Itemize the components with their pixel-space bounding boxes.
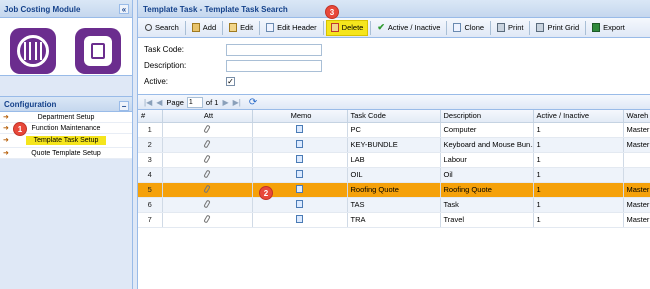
configuration-title: Configuration [4, 100, 57, 109]
attachment-icon[interactable] [203, 139, 211, 148]
col-header-warehouse[interactable]: Wareh [623, 110, 650, 123]
edit-button[interactable]: Edit [225, 20, 257, 36]
arrow-icon: ➜ [3, 125, 9, 132]
clone-icon [453, 23, 462, 32]
col-header-description[interactable]: Description [440, 110, 534, 123]
delete-icon [330, 23, 339, 32]
last-page-icon[interactable]: ▶| [233, 98, 241, 107]
memo-icon[interactable] [296, 154, 303, 163]
table-row-selected[interactable]: 5 Roofing Quote Roofing Quote 1 Master [138, 182, 650, 198]
print-button[interactable]: Print [493, 20, 527, 36]
task-grid: # Att Memo Task Code Description Active … [138, 110, 650, 228]
attachment-icon[interactable] [203, 214, 211, 223]
pager: |◀ ◀ Page of 1 ▶ ▶| ⟳ [138, 94, 650, 110]
print-grid-button[interactable]: Print Grid [532, 20, 583, 36]
clone-button[interactable]: Clone [449, 20, 488, 36]
step-marker-1: 1 [13, 122, 27, 136]
description-input[interactable] [226, 59, 322, 72]
page-title: Template Task - Template Task Search [138, 0, 650, 18]
calculator-app-icon[interactable] [75, 28, 121, 74]
first-page-icon[interactable]: |◀ [144, 98, 152, 107]
menu-item-template-task-setup[interactable]: ➜ Template Task Setup [0, 134, 132, 148]
task-code-label: Task Code: [144, 45, 185, 54]
step-marker-2: 2 [259, 186, 273, 200]
export-button[interactable]: Export [588, 20, 629, 36]
toolbar: Search Add Edit Edit Header Delete ✔ Acti… [138, 18, 650, 38]
menu-item-quote-template-setup[interactable]: ➜ Quote Template Setup [0, 148, 132, 159]
job-costing-app-icon[interactable] [10, 28, 56, 74]
add-button[interactable]: Add [188, 20, 220, 36]
configuration-header[interactable]: Configuration − [0, 96, 132, 112]
page-count: of 1 [205, 97, 219, 107]
attachment-icon[interactable] [203, 124, 211, 133]
add-icon [191, 23, 200, 32]
active-checkbox[interactable]: ✓ [226, 77, 235, 86]
delete-button[interactable]: Delete [325, 19, 369, 36]
edit-header-icon [266, 23, 275, 32]
table-row[interactable]: 4 OIL Oil 1 [138, 167, 650, 183]
collapse-configuration-icon[interactable]: − [119, 101, 129, 111]
checkmark-icon: ✔ [377, 22, 385, 32]
arrow-icon: ➜ [3, 150, 9, 157]
printer-icon [497, 23, 506, 32]
attachment-icon[interactable] [203, 154, 211, 163]
page-label: Page [166, 97, 184, 107]
main-panel: Template Task - Template Task Search Sea… [137, 0, 650, 289]
grid-header-row: # Att Memo Task Code Description Active … [138, 110, 650, 123]
arrow-icon: ➜ [3, 137, 9, 144]
col-header-task-code[interactable]: Task Code [347, 110, 441, 123]
col-header-memo[interactable]: Memo [252, 110, 348, 123]
table-row[interactable]: 2 KEY-BUNDLE Keyboard and Mouse Bun... 1… [138, 137, 650, 153]
col-header-active[interactable]: Active / Inactive [533, 110, 624, 123]
memo-icon[interactable] [296, 139, 303, 148]
active-label: Active: [144, 77, 169, 86]
printer-icon [536, 23, 545, 32]
memo-icon[interactable] [296, 124, 303, 133]
module-header: Job Costing Module « [0, 0, 132, 18]
excel-icon [592, 23, 601, 32]
app-icon-area [0, 18, 132, 76]
active-inactive-button[interactable]: ✔ Active / Inactive [373, 20, 444, 36]
col-header-number[interactable]: # [138, 110, 163, 123]
task-code-input[interactable] [226, 43, 322, 56]
next-page-icon[interactable]: ▶ [222, 98, 228, 107]
attachment-icon[interactable] [203, 169, 211, 178]
attachment-icon[interactable] [203, 199, 211, 208]
module-title: Job Costing Module [4, 5, 81, 14]
table-row[interactable]: 1 PC Computer 1 Master [138, 122, 650, 138]
memo-icon[interactable] [296, 184, 303, 193]
step-marker-3: 3 [325, 5, 339, 19]
table-row[interactable]: 6 TAS Task 1 Master [138, 197, 650, 213]
collapse-left-icon[interactable]: « [119, 4, 129, 14]
description-label: Description: [144, 61, 187, 70]
edit-icon [229, 23, 238, 32]
edit-header-button[interactable]: Edit Header [262, 20, 321, 36]
search-button[interactable]: Search [141, 20, 183, 36]
col-header-att[interactable]: Att [162, 110, 253, 123]
memo-icon[interactable] [296, 169, 303, 178]
table-row[interactable]: 7 TRA Travel 1 Master [138, 212, 650, 228]
prev-page-icon[interactable]: ◀ [156, 98, 162, 107]
table-row[interactable]: 3 LAB Labour 1 [138, 152, 650, 168]
search-form: Task Code: Description: Active: ✓ [138, 38, 650, 94]
left-panel: Job Costing Module « Configuration − ➜ D… [0, 0, 133, 289]
attachment-icon[interactable] [203, 184, 211, 193]
page-input[interactable] [186, 96, 203, 108]
search-icon [145, 24, 152, 31]
memo-icon[interactable] [296, 214, 303, 223]
refresh-icon[interactable]: ⟳ [249, 97, 257, 108]
memo-icon[interactable] [296, 199, 303, 208]
arrow-icon: ➜ [3, 114, 9, 121]
